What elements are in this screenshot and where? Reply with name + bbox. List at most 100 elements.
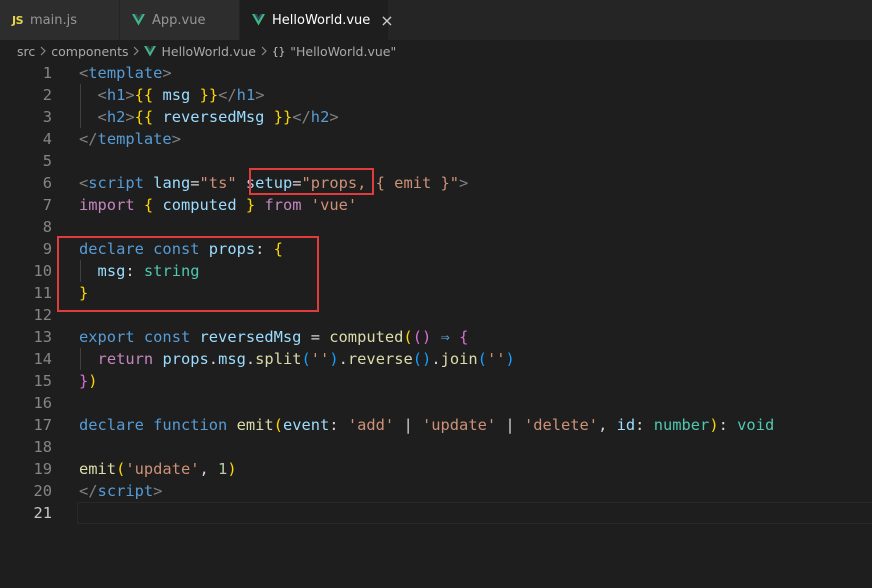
vue-file-icon xyxy=(144,45,157,57)
tab-app-vue[interactable]: App.vue xyxy=(120,0,240,40)
line-number: 20 xyxy=(33,482,52,500)
tab-bar: JS main.js App.vue HelloWorld.vue × xyxy=(0,0,872,40)
line-number: 7 xyxy=(42,196,52,214)
code-token: 'update' xyxy=(421,416,497,434)
code-token: > xyxy=(255,86,265,104)
code-token: h2 xyxy=(310,108,330,126)
code-token: }} xyxy=(199,86,219,104)
code-line[interactable]: 8 xyxy=(0,216,872,238)
code-token: > xyxy=(162,64,172,82)
code-line[interactable]: 3 <h2>{{ reversedMsg }}</h2> xyxy=(0,106,872,128)
code-line[interactable]: 6 <script lang="ts" setup="props, { emit … xyxy=(0,172,872,194)
code-line[interactable]: 17 declare function emit(event: 'add' | '… xyxy=(0,414,872,436)
code-token: join xyxy=(440,350,478,368)
line-number: 6 xyxy=(42,174,52,192)
close-icon[interactable]: × xyxy=(380,11,393,30)
breadcrumb-item-symbol[interactable]: "HelloWorld.vue" xyxy=(290,44,396,59)
code-token: h2 xyxy=(106,108,126,126)
breadcrumb: src components HelloWorld.vue {} "HelloW… xyxy=(0,40,872,62)
code-line[interactable]: 18 xyxy=(0,436,872,458)
code-token: () xyxy=(412,350,432,368)
code-token: props xyxy=(162,350,209,368)
code-token: function xyxy=(153,416,228,434)
code-line[interactable]: 16 xyxy=(0,392,872,414)
line-number: 2 xyxy=(42,86,52,104)
code-token: () xyxy=(412,328,432,346)
code-line[interactable]: 5 xyxy=(0,150,872,172)
code-token: script xyxy=(88,174,144,192)
code-token: < xyxy=(97,108,107,126)
code-line[interactable]: 15}) xyxy=(0,370,872,392)
code-line[interactable]: 2 <h1>{{ msg }}</h1> xyxy=(0,84,872,106)
code-text: declare function emit(event: 'add' | 'up… xyxy=(79,414,774,436)
line-number: 19 xyxy=(33,460,52,478)
chevron-right-icon xyxy=(261,46,267,56)
code-token: reversedMsg xyxy=(162,108,265,126)
code-line[interactable]: 19 emit('update', 1) xyxy=(0,458,872,480)
code-token: ⇒ xyxy=(440,328,450,346)
code-token: 'add' xyxy=(347,416,395,434)
code-token: > xyxy=(125,108,135,126)
code-token: < xyxy=(97,86,107,104)
code-line[interactable]: 20 </script> xyxy=(0,480,872,502)
code-token: reversedMsg xyxy=(199,328,302,346)
code-line[interactable]: 7 import { computed } from 'vue' xyxy=(0,194,872,216)
code-token: "ts" xyxy=(199,174,237,192)
line-number: 5 xyxy=(42,152,52,170)
code-text: <h1>{{ msg }}</h1> xyxy=(79,84,265,106)
code-token: . xyxy=(245,350,256,368)
code-token: . xyxy=(338,350,348,368)
code-token: ) xyxy=(329,350,339,368)
tab-main-js[interactable]: JS main.js xyxy=(0,0,120,40)
code-token: > xyxy=(171,130,181,148)
code-token: : xyxy=(718,416,738,434)
code-token: } xyxy=(245,196,256,214)
code-token: { xyxy=(459,328,469,346)
code-token: ) xyxy=(88,372,98,390)
code-token: from xyxy=(264,196,302,214)
code-token: </ xyxy=(79,130,98,148)
code-token: msg xyxy=(162,86,191,104)
line-number: 1 xyxy=(42,64,52,82)
code-token: reverse xyxy=(347,350,413,368)
code-token: template xyxy=(97,130,172,148)
code-token: 'update' xyxy=(125,460,200,478)
code-token: , xyxy=(199,460,219,478)
code-token: {{ xyxy=(134,108,154,126)
code-token: declare xyxy=(79,416,144,434)
chevron-right-icon xyxy=(40,46,47,56)
code-line[interactable]: 21 xyxy=(0,502,872,524)
code-line[interactable]: 13 export const reversedMsg = computed(()… xyxy=(0,326,872,348)
vue-file-icon xyxy=(132,14,145,26)
tab-label: App.vue xyxy=(152,12,206,28)
code-text: emit('update', 1) xyxy=(79,458,237,480)
code-text: </template> xyxy=(79,128,181,150)
code-line[interactable]: 4 </template> xyxy=(0,128,872,150)
code-line[interactable]: 1 <template> xyxy=(0,62,872,84)
code-token: h1 xyxy=(106,86,126,104)
vue-file-icon xyxy=(252,14,265,26)
code-text: <template> xyxy=(79,62,172,84)
code-token: . xyxy=(431,350,441,368)
code-editor[interactable]: 1 <template> 2 <h1>{{ msg }}</h1> 3 <h2>{{ … xyxy=(0,62,872,588)
code-token: ( xyxy=(403,328,413,346)
tab-helloworld-vue[interactable]: HelloWorld.vue × xyxy=(240,0,394,40)
breadcrumb-item-components[interactable]: components xyxy=(51,44,128,59)
breadcrumb-item-file[interactable]: HelloWorld.vue xyxy=(161,44,256,59)
code-token: '' xyxy=(310,350,330,368)
code-line[interactable]: 14 return props.msg.split('').reverse().… xyxy=(0,348,872,370)
line-number: 21 xyxy=(33,504,52,522)
code-token: return xyxy=(97,350,154,368)
code-text: }) xyxy=(79,370,98,392)
breadcrumb-item-src[interactable]: src xyxy=(17,44,35,59)
code-text: </script> xyxy=(79,480,162,502)
code-token: : xyxy=(329,416,348,434)
